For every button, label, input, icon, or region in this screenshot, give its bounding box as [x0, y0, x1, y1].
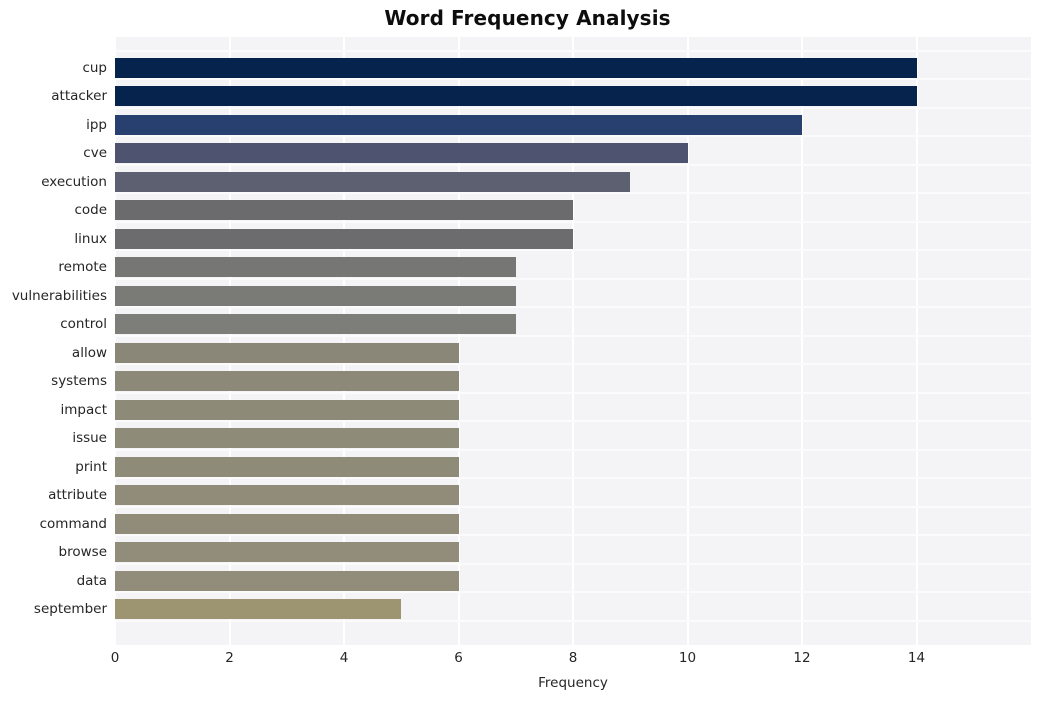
bar-print[interactable] [115, 456, 459, 477]
bar-september[interactable] [115, 599, 402, 620]
bar-data[interactable] [115, 570, 459, 591]
gridline-y-3 [115, 135, 1031, 138]
y-tick-label-command: command [39, 515, 107, 532]
y-tick-label-issue: issue [72, 430, 107, 447]
y-tick-label-impact: impact [60, 401, 107, 418]
gridline-y-10 [115, 334, 1031, 337]
y-tick-label-ipp: ipp [86, 116, 107, 133]
bar-attacker[interactable] [115, 86, 917, 107]
bar-cve[interactable] [115, 143, 688, 164]
gridline-y-13 [115, 420, 1031, 423]
gridline-y-11 [115, 363, 1031, 366]
gridline-y-15 [115, 477, 1031, 480]
x-tick-label-2: 2 [225, 650, 234, 666]
y-tick-label-vulnerabilities: vulnerabilities [11, 287, 107, 304]
bar-remote[interactable] [115, 257, 516, 278]
x-tick-label-4: 4 [339, 650, 349, 666]
gridline-y-1 [115, 78, 1031, 81]
y-tick-label-cve: cve [83, 145, 107, 162]
y-tick-label-cup: cup [82, 59, 107, 76]
y-tick-label-code: code [74, 202, 107, 219]
gridline-y-7 [115, 249, 1031, 252]
bar-issue[interactable] [115, 428, 459, 449]
y-tick-label-execution: execution [41, 173, 107, 190]
chart-title: Word Frequency Analysis [384, 6, 671, 30]
y-tick-label-linux: linux [74, 230, 107, 247]
x-tick-label-0: 0 [110, 650, 120, 666]
x-tick-label-8: 8 [568, 650, 578, 666]
y-tick-label-attribute: attribute [48, 487, 107, 504]
gridline-y-2 [115, 106, 1031, 109]
gridline-y-16 [115, 505, 1031, 508]
gridline-y-18 [115, 562, 1031, 565]
x-tick-label-10: 10 [678, 650, 697, 666]
x-tick-label-6: 6 [454, 650, 463, 666]
bar-attribute[interactable] [115, 485, 459, 506]
gridline-y-9 [115, 306, 1031, 309]
bar-code[interactable] [115, 200, 573, 221]
bar-systems[interactable] [115, 371, 459, 392]
y-tick-label-data: data [76, 572, 107, 589]
bar-execution[interactable] [115, 171, 631, 192]
y-tick-label-remote: remote [58, 259, 107, 276]
bar-browse[interactable] [115, 542, 459, 563]
gridline-y-19 [115, 591, 1031, 594]
bar-ipp[interactable] [115, 114, 802, 135]
gridline-y-6 [115, 220, 1031, 223]
x-axis-tick-labels: 0 2 4 6 8 10 12 14 [0, 650, 1055, 670]
bar-impact[interactable] [115, 399, 459, 420]
gridline-y-17 [115, 534, 1031, 537]
y-tick-label-attacker: attacker [51, 88, 107, 105]
bar-cup[interactable] [115, 57, 917, 78]
gridline-y-14 [115, 448, 1031, 451]
gridline-y-4 [115, 163, 1031, 166]
y-axis-tick-labels: cup attacker ipp cve execution code linux remot… [0, 37, 107, 645]
bar-allow[interactable] [115, 342, 459, 363]
y-tick-label-print: print [75, 458, 107, 475]
plot-area [114, 37, 1031, 645]
x-tick-label-12: 12 [793, 650, 811, 666]
x-tick-label-14: 14 [907, 650, 926, 666]
y-tick-label-allow: allow [71, 344, 107, 361]
y-tick-label-september: september [33, 601, 107, 618]
y-tick-label-browse: browse [58, 544, 107, 561]
y-tick-label-systems: systems [51, 373, 107, 390]
gridline-y-5 [115, 192, 1031, 195]
gridline-y-0 [115, 49, 1031, 52]
gridline-y-12 [115, 391, 1031, 394]
gridline-x-14 [915, 37, 918, 645]
bar-control[interactable] [115, 314, 516, 335]
gridline-y-20 [115, 619, 1031, 622]
x-axis-title: Frequency [538, 675, 608, 691]
gridline-y-8 [115, 277, 1031, 280]
bar-linux[interactable] [115, 228, 573, 249]
bar-vulnerabilities[interactable] [115, 285, 516, 306]
bar-command[interactable] [115, 513, 459, 534]
chart-figure: Word Frequency Analysis cup attacker ipp cv… [0, 0, 1055, 701]
y-tick-label-control: control [60, 316, 107, 333]
